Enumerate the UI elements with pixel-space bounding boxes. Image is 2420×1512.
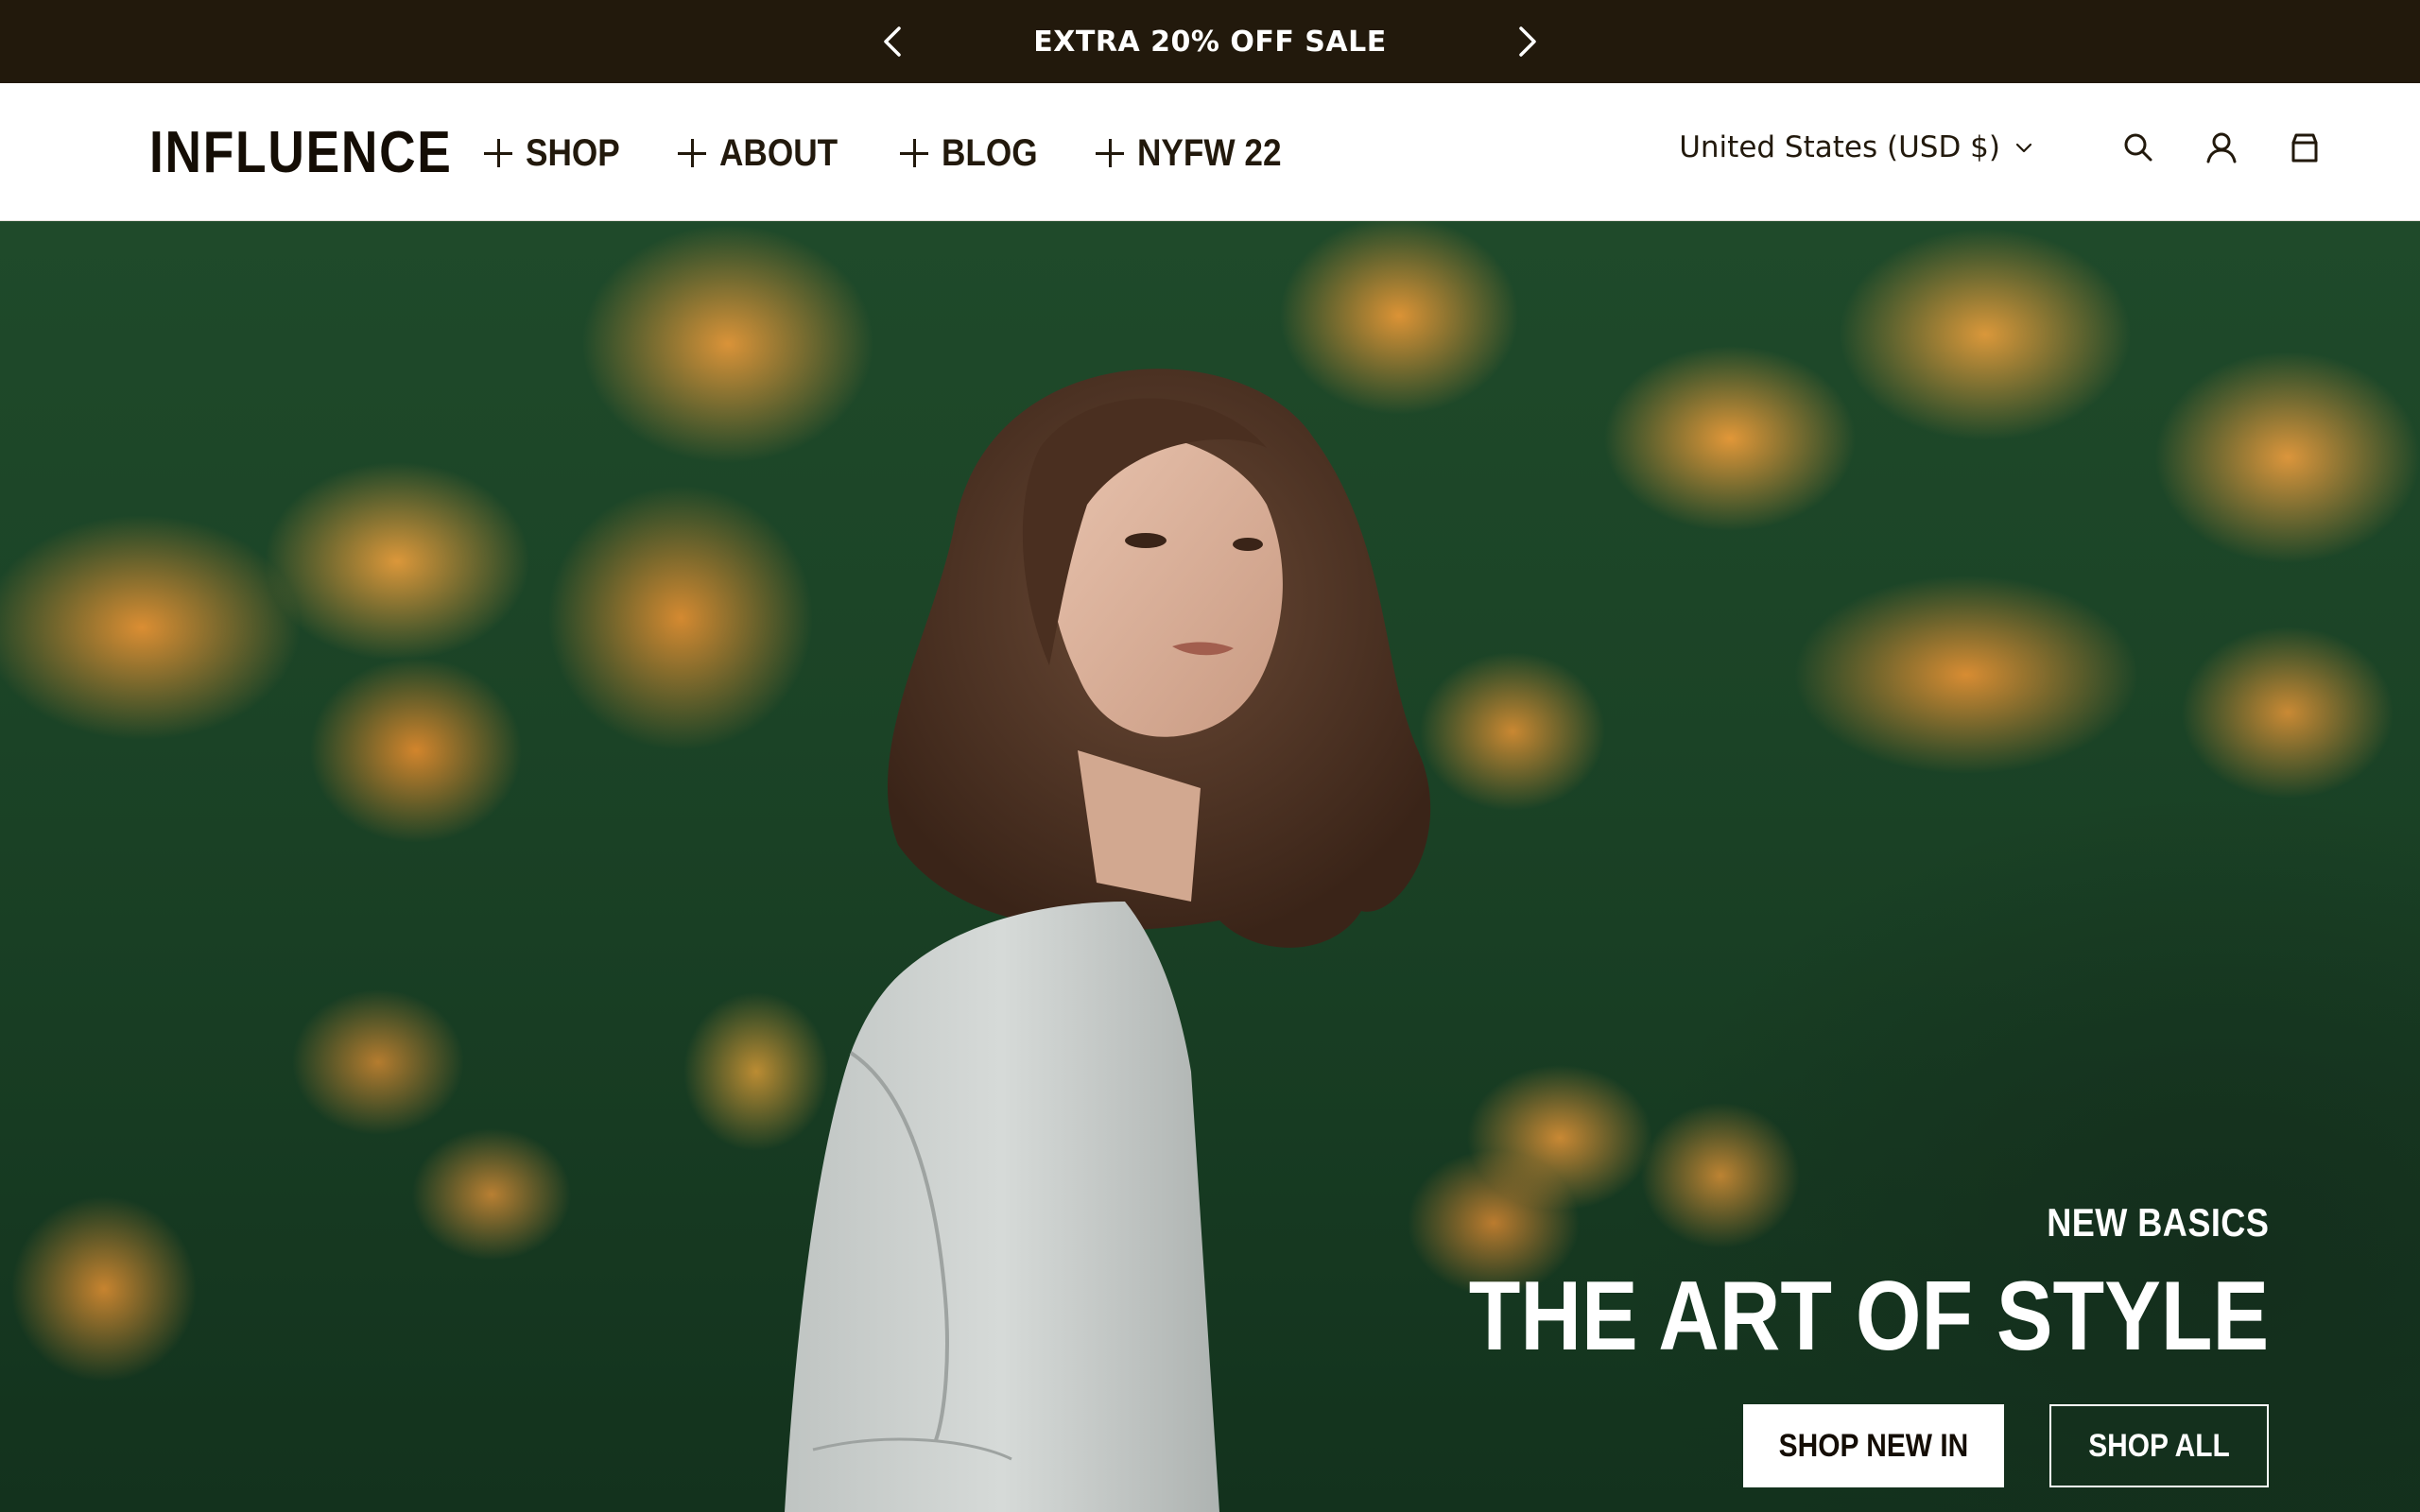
search-icon[interactable]	[2118, 127, 2159, 168]
plus-icon	[678, 139, 707, 167]
main-nav: SHOP ABOUT BLOG NYFW 22	[484, 130, 1346, 176]
hero-title: THE ART OF STYLE	[1468, 1262, 2269, 1371]
shop-new-in-label: SHOP NEW IN	[1778, 1427, 1969, 1464]
plus-icon	[484, 139, 512, 167]
account-icon[interactable]	[2201, 127, 2242, 168]
chevron-right-icon[interactable]	[1507, 21, 1548, 62]
chevron-down-icon	[2014, 137, 2034, 158]
announcement-bar: EXTRA 20% OFF SALE	[0, 0, 2420, 83]
shop-new-in-button[interactable]: SHOP NEW IN	[1743, 1404, 2004, 1487]
hero-copy: NEW BASICS THE ART OF STYLE	[1339, 1200, 2269, 1368]
site-header: INFLUENCE SHOP ABOUT BLOG NYFW 22 United…	[0, 83, 2420, 221]
nav-label: SHOP	[526, 131, 620, 174]
plus-icon	[1096, 139, 1125, 167]
nav-label: BLOG	[941, 131, 1038, 174]
logo[interactable]: INFLUENCE	[149, 121, 453, 185]
announcement-text[interactable]: EXTRA 20% OFF SALE	[1033, 26, 1386, 59]
cart-icon[interactable]	[2284, 127, 2325, 168]
hero-banner: NEW BASICS THE ART OF STYLE SHOP NEW IN …	[0, 221, 2420, 1512]
nav-label: ABOUT	[719, 131, 838, 174]
nav-item-blog[interactable]: BLOG	[899, 130, 1051, 176]
nav-item-shop[interactable]: SHOP	[484, 130, 632, 176]
hero-kicker: NEW BASICS	[2046, 1200, 2269, 1245]
nav-item-about[interactable]: ABOUT	[678, 130, 854, 176]
chevron-left-icon[interactable]	[872, 21, 913, 62]
nav-item-nyfw[interactable]: NYFW 22	[1096, 130, 1301, 176]
country-selector[interactable]: United States (USD $)	[1679, 130, 2034, 164]
shop-all-button[interactable]: SHOP ALL	[2049, 1404, 2269, 1487]
plus-icon	[899, 139, 928, 167]
nav-label: NYFW 22	[1137, 131, 1282, 174]
shop-all-label: SHOP ALL	[2088, 1427, 2230, 1464]
hero-buttons: SHOP NEW IN SHOP ALL	[1743, 1404, 2269, 1487]
country-label: United States (USD $)	[1679, 130, 2000, 164]
header-actions: United States (USD $)	[1679, 127, 2325, 168]
